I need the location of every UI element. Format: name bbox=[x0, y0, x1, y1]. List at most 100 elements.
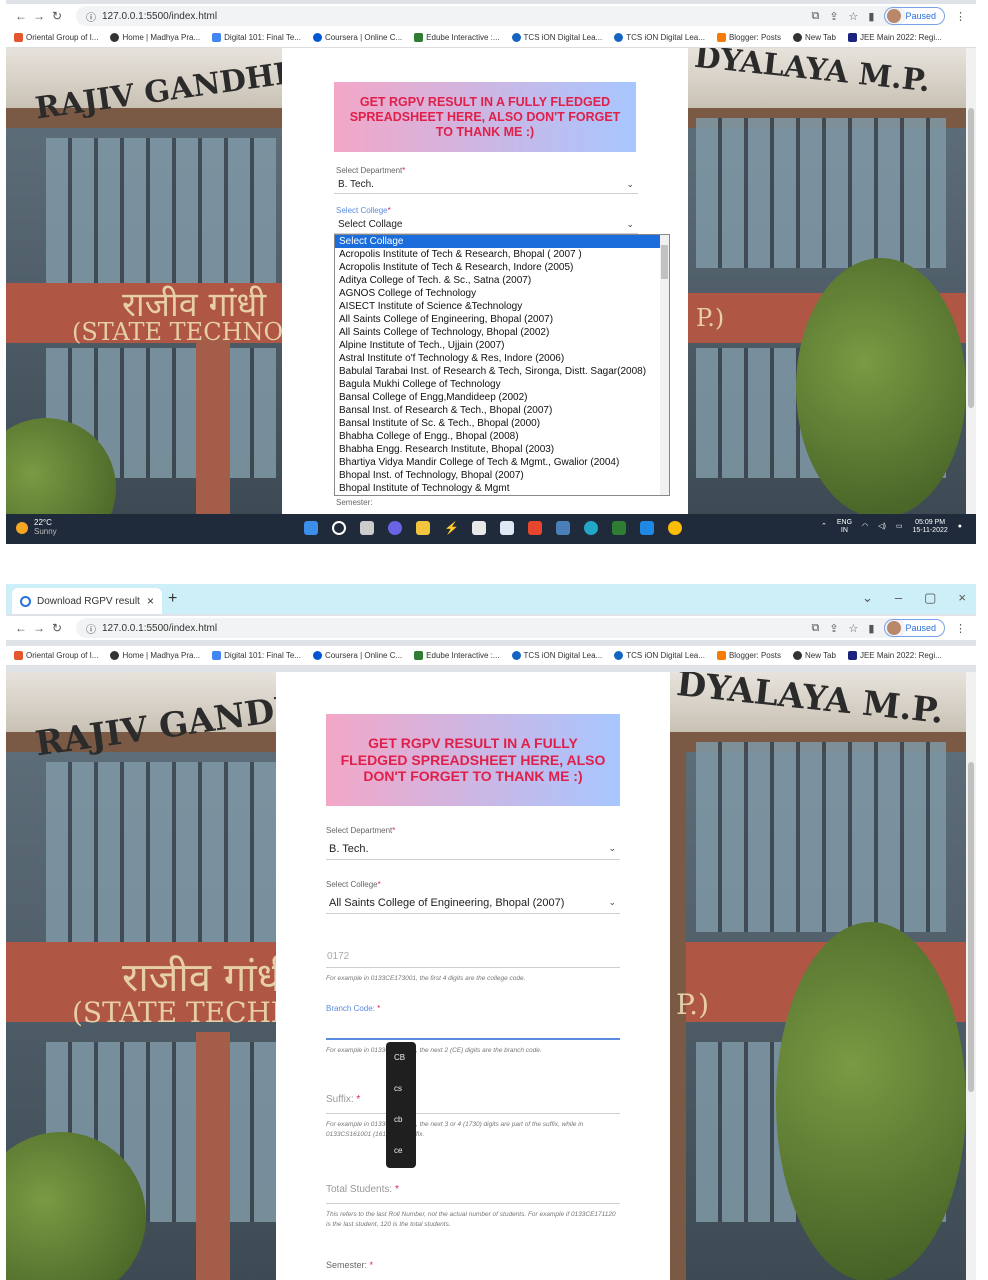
close-tab-icon[interactable]: × bbox=[147, 594, 154, 608]
bookmark-item[interactable]: Blogger: Posts bbox=[716, 33, 781, 42]
autocomplete-option[interactable]: CB bbox=[386, 1042, 416, 1073]
volume-icon[interactable]: ◁) bbox=[878, 523, 886, 531]
address-bar[interactable]: ⓘ 127.0.0.1:5500/index.html bbox=[76, 6, 906, 26]
dropdown-option[interactable]: Bansal College of Engg,Mandideep (2002) bbox=[335, 391, 669, 404]
bookmark-item[interactable]: Oriental Group of I... bbox=[14, 651, 98, 660]
bookmark-item[interactable]: JEE Main 2022: Regi... bbox=[847, 651, 942, 660]
autocomplete-option[interactable]: ce bbox=[386, 1135, 416, 1166]
star-icon[interactable]: ☆ bbox=[849, 10, 859, 23]
tab-search-icon[interactable]: ⌄ bbox=[862, 590, 873, 606]
page-scrollbar[interactable] bbox=[966, 48, 976, 514]
bookmark-item[interactable]: TCS iON Digital Lea... bbox=[511, 33, 602, 42]
profile-button[interactable]: Paused bbox=[884, 619, 945, 637]
share-icon[interactable]: ⇪ bbox=[829, 622, 838, 635]
star-icon[interactable]: ☆ bbox=[849, 622, 859, 635]
restore-icon[interactable]: ▢ bbox=[924, 590, 936, 606]
branch-code-input[interactable] bbox=[326, 1018, 620, 1040]
close-window-icon[interactable]: × bbox=[958, 590, 966, 606]
task-view-icon[interactable] bbox=[360, 521, 374, 535]
college-select[interactable]: All Saints College of Engineering, Bhopa… bbox=[326, 892, 620, 914]
bookmark-item[interactable]: Digital 101: Final Te... bbox=[212, 33, 301, 42]
tab-download-rgpv[interactable]: Download RGPV result × bbox=[12, 588, 162, 614]
bookmark-item[interactable]: New Tab bbox=[792, 33, 836, 42]
dropdown-option[interactable]: Bansal Inst. of Research & Tech., Bhopal… bbox=[335, 404, 669, 417]
dropdown-option[interactable]: AISECT Institute of Science &Technology bbox=[335, 300, 669, 313]
weather-widget[interactable]: 22°C Sunny bbox=[16, 518, 57, 537]
file-explorer-icon[interactable] bbox=[416, 521, 430, 535]
bookmark-item[interactable]: Blogger: Posts bbox=[716, 651, 781, 660]
chrome-icon[interactable] bbox=[668, 521, 682, 535]
dropdown-option[interactable]: Select Collage bbox=[335, 235, 669, 248]
dropdown-option[interactable]: Aditya College of Tech. & Sc., Satna (20… bbox=[335, 274, 669, 287]
office-icon[interactable] bbox=[528, 521, 542, 535]
dropdown-scroll-thumb[interactable] bbox=[661, 245, 668, 279]
back-icon[interactable]: ← bbox=[12, 621, 30, 635]
bookmark-item[interactable]: Edube Interactive :... bbox=[414, 33, 500, 42]
teams-chat-icon[interactable] bbox=[388, 521, 402, 535]
dropdown-option[interactable]: Acropolis Institute of Tech & Research, … bbox=[335, 248, 669, 261]
notification-icon[interactable]: ● bbox=[958, 523, 962, 531]
autocomplete-option[interactable]: cb bbox=[386, 1104, 416, 1135]
bookmark-item[interactable]: TCS iON Digital Lea... bbox=[511, 651, 602, 660]
dropdown-option[interactable]: Bhabha Engg. Research Institute, Bhopal … bbox=[335, 443, 669, 456]
dropdown-option[interactable]: Astral Institute o'f Technology & Res, I… bbox=[335, 352, 669, 365]
dropdown-option[interactable]: Bansal Institute of Sc. & Tech., Bhopal … bbox=[335, 417, 669, 430]
department-select[interactable]: B. Tech. ⌄ bbox=[334, 176, 638, 194]
college-code-input[interactable]: 0172 bbox=[326, 946, 620, 968]
branch-autocomplete-list[interactable]: CB cs cb ce bbox=[386, 1042, 416, 1168]
forward-icon[interactable]: → bbox=[30, 621, 48, 635]
sidepanel-icon[interactable]: ▮ bbox=[868, 10, 874, 23]
language-indicator[interactable]: ENG IN bbox=[837, 519, 852, 534]
reload-icon[interactable]: ↻ bbox=[48, 9, 66, 23]
page-scroll-thumb[interactable] bbox=[968, 762, 974, 1092]
battery-icon[interactable]: ▭ bbox=[896, 523, 903, 531]
sidepanel-icon[interactable]: ▮ bbox=[868, 622, 874, 635]
reload-icon[interactable]: ↻ bbox=[48, 621, 66, 635]
search-icon[interactable] bbox=[332, 521, 346, 535]
vscode-icon[interactable] bbox=[640, 521, 654, 535]
bookmark-item[interactable]: Digital 101: Final Te... bbox=[212, 651, 301, 660]
app-icon[interactable] bbox=[472, 521, 486, 535]
college-dropdown-list[interactable]: Select Collage Acropolis Institute of Te… bbox=[334, 234, 670, 496]
share-icon[interactable]: ⇪ bbox=[829, 10, 838, 23]
bookmark-item[interactable]: TCS iON Digital Lea... bbox=[614, 651, 705, 660]
bookmark-item[interactable]: JEE Main 2022: Regi... bbox=[847, 33, 942, 42]
dropdown-option[interactable]: All Saints College of Technology, Bhopal… bbox=[335, 326, 669, 339]
suffix-input[interactable] bbox=[326, 1104, 620, 1114]
wifi-icon[interactable]: ◠ bbox=[862, 523, 868, 531]
bookmark-item[interactable]: Home | Madhya Pra... bbox=[110, 651, 200, 660]
department-select[interactable]: B. Tech. ⌄ bbox=[326, 838, 620, 860]
dropdown-option[interactable]: AGNOS College of Technology bbox=[335, 287, 669, 300]
clock[interactable]: 05:09 PM 15-11-2022 bbox=[912, 519, 947, 534]
bookmark-item[interactable]: Edube Interactive :... bbox=[414, 651, 500, 660]
app-icon[interactable] bbox=[500, 521, 514, 535]
bookmark-item[interactable]: Home | Madhya Pra... bbox=[110, 33, 200, 42]
app-icon[interactable] bbox=[556, 521, 570, 535]
windows-start-icon[interactable] bbox=[304, 521, 318, 535]
dropdown-option[interactable]: Bagula Mukhi College of Technology bbox=[335, 378, 669, 391]
bookmark-item[interactable]: New Tab bbox=[792, 651, 836, 660]
address-bar[interactable]: ⓘ 127.0.0.1:5500/index.html bbox=[76, 618, 906, 638]
dropdown-option[interactable]: Bhartiya Vidya Mandir College of Tech & … bbox=[335, 456, 669, 469]
info-icon[interactable]: ⓘ bbox=[86, 9, 96, 24]
forward-icon[interactable]: → bbox=[30, 9, 48, 23]
menu-icon[interactable]: ⋮ bbox=[955, 622, 966, 635]
info-icon[interactable]: ⓘ bbox=[86, 621, 96, 636]
dropdown-option[interactable]: All Saints College of Engineering, Bhopa… bbox=[335, 313, 669, 326]
edge-icon[interactable] bbox=[584, 521, 598, 535]
bookmark-item[interactable]: TCS iON Digital Lea... bbox=[614, 33, 705, 42]
dropdown-option[interactable]: Babulal Tarabai Inst. of Research & Tech… bbox=[335, 365, 669, 378]
power-automate-icon[interactable]: ⚡ bbox=[444, 521, 459, 535]
bookmark-item[interactable]: Coursera | Online C... bbox=[312, 651, 402, 660]
menu-icon[interactable]: ⋮ bbox=[955, 10, 966, 23]
page-scrollbar[interactable] bbox=[966, 672, 976, 1280]
bookmark-item[interactable]: Oriental Group of I... bbox=[14, 33, 98, 42]
back-icon[interactable]: ← bbox=[12, 9, 30, 23]
dropdown-option[interactable]: Bhopal Institute of Technology & Mgmt bbox=[335, 482, 669, 495]
app-icon[interactable] bbox=[612, 521, 626, 535]
dropdown-option[interactable]: Alpine Institute of Tech., Ujjain (2007) bbox=[335, 339, 669, 352]
install-icon[interactable]: ⧉ bbox=[811, 10, 819, 23]
bookmark-item[interactable]: Coursera | Online C... bbox=[312, 33, 402, 42]
install-icon[interactable]: ⧉ bbox=[811, 622, 819, 635]
dropdown-option[interactable]: Bhabha College of Engg., Bhopal (2008) bbox=[335, 430, 669, 443]
